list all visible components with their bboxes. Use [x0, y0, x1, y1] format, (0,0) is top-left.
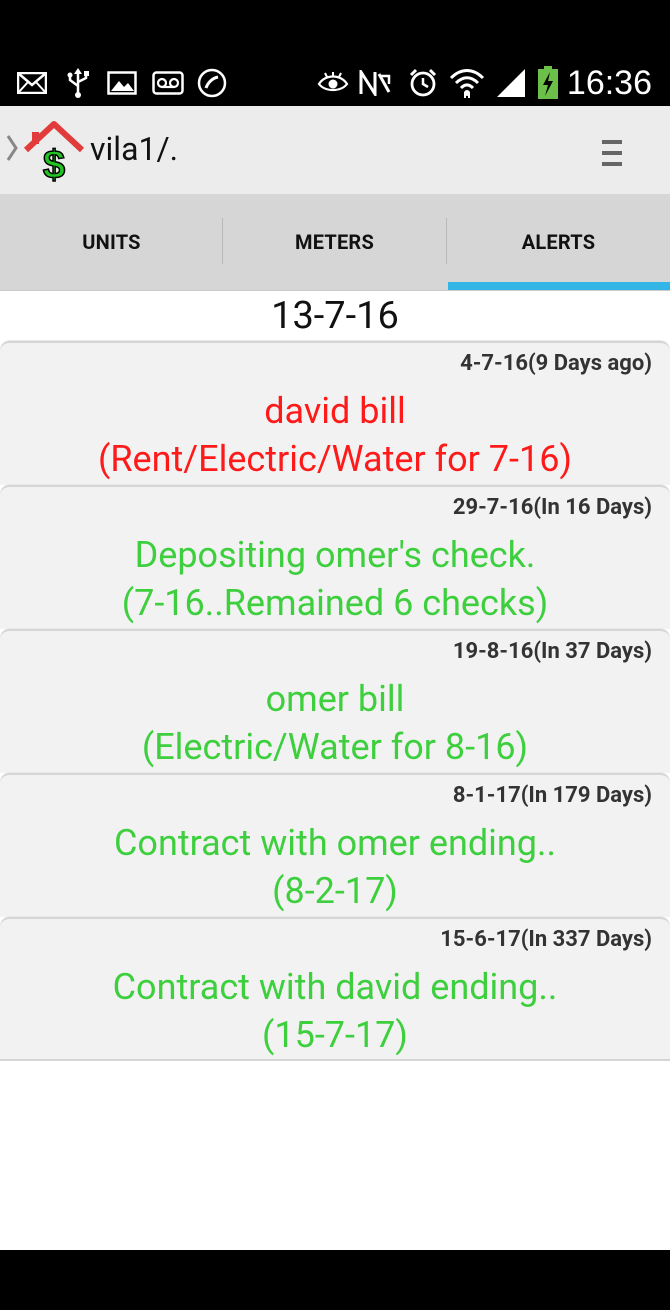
alert-item[interactable]: 4-7-16(9 Days ago) david bill (Rent/Electr…	[0, 341, 670, 485]
missed-call-icon	[196, 68, 228, 98]
alert-detail: (7-16..Remained 6 checks)	[121, 582, 549, 624]
image-icon	[106, 68, 138, 98]
usb-icon	[64, 68, 92, 98]
up-chevron-icon[interactable]	[6, 134, 18, 166]
mail-icon	[16, 68, 48, 98]
alert-date: 4-7-16(9 Days ago)	[460, 351, 652, 376]
current-date-header: 13-7-16	[0, 291, 670, 341]
alert-title: david bill	[264, 390, 406, 432]
alert-item[interactable]: 8-1-17(In 179 Days) Contract with omer en…	[0, 773, 670, 917]
alert-title: Contract with david ending..	[112, 966, 558, 1008]
house-dollar-logo[interactable]: $	[22, 120, 86, 188]
nfc-icon	[358, 68, 392, 98]
wifi-icon	[448, 68, 486, 98]
alert-item[interactable]: 15-6-17(In 337 Days) Contract with david …	[0, 917, 670, 1061]
svg-text:$: $	[43, 143, 65, 182]
overflow-menu-icon[interactable]	[600, 138, 624, 172]
app-title: vila1/.	[90, 130, 179, 168]
alert-item[interactable]: 19-8-16(In 37 Days) omer bill (Electric/Wa…	[0, 629, 670, 773]
alert-date: 29-7-16(In 16 Days)	[452, 495, 652, 520]
alarm-icon	[406, 68, 440, 98]
eye-icon	[316, 68, 350, 98]
signal-icon	[494, 68, 528, 98]
alert-date: 19-8-16(In 37 Days)	[452, 639, 652, 664]
app-screen: $ vila1/. UNITS METERS ALERTS 13-7-16 4-…	[0, 106, 670, 1250]
alert-title: omer bill	[265, 678, 405, 720]
alert-date: 15-6-17(In 337 Days)	[440, 927, 652, 952]
alert-date: 8-1-17(In 179 Days)	[452, 783, 652, 808]
alert-title: Contract with omer ending..	[113, 822, 557, 864]
voicemail-icon	[152, 68, 184, 98]
alert-title: Depositing omer's check.	[134, 534, 536, 576]
alert-detail: (8-2-17)	[272, 870, 398, 912]
action-bar: $ vila1/.	[0, 106, 670, 194]
tab-meters[interactable]: METERS	[223, 194, 446, 290]
bottom-bezel	[0, 1250, 670, 1310]
tab-units[interactable]: UNITS	[0, 194, 223, 290]
alert-item[interactable]: 29-7-16(In 16 Days) Depositing omer's che…	[0, 485, 670, 629]
top-bezel	[0, 0, 670, 60]
status-bar: 16:36	[0, 60, 670, 106]
battery-icon	[534, 66, 562, 99]
status-time: 16:36	[566, 64, 652, 102]
alert-detail: (Electric/Water for 8-16)	[141, 726, 529, 768]
tab-bar: UNITS METERS ALERTS	[0, 194, 670, 291]
alert-detail: (15-7-17)	[262, 1014, 408, 1056]
alert-detail: (Rent/Electric/Water for 7-16)	[98, 438, 572, 480]
tab-selected-indicator	[448, 282, 670, 290]
tab-alerts[interactable]: ALERTS	[447, 194, 670, 290]
list-end-divider	[0, 1059, 670, 1061]
